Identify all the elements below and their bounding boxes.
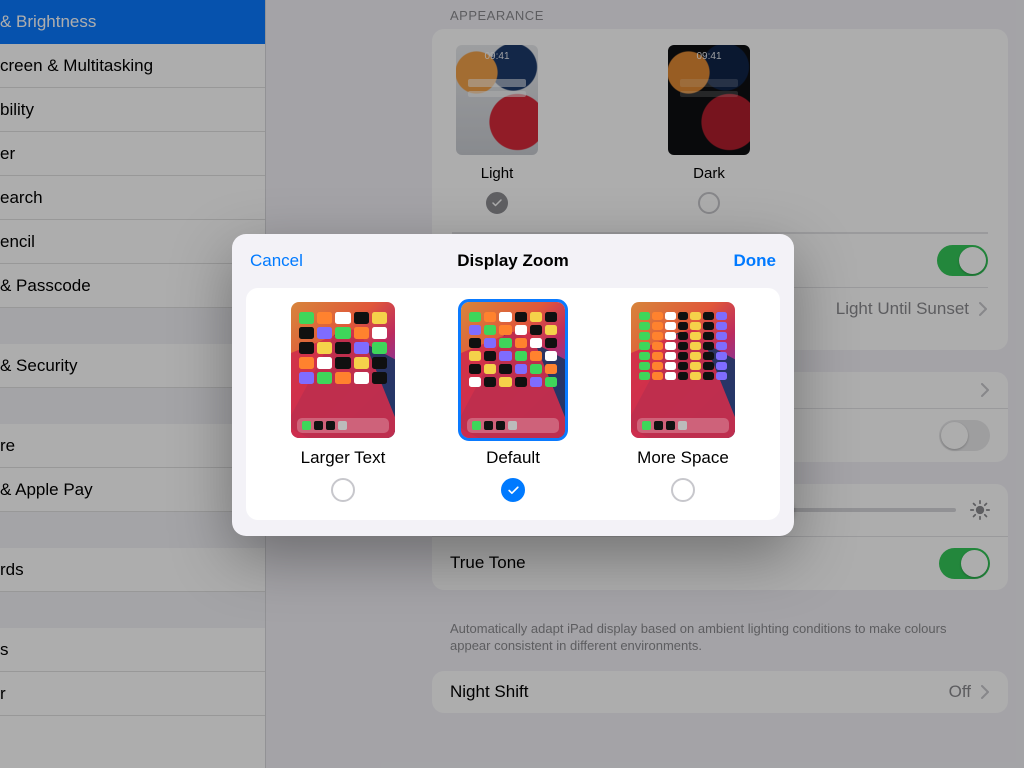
screen: & Brightness creen & Multitasking bility… [0, 0, 1024, 768]
zoom-options-card: Larger Text Default [246, 288, 780, 520]
zoom-radio-larger-text[interactable] [331, 478, 355, 502]
zoom-option-more-space[interactable]: More Space [598, 302, 768, 502]
check-icon [507, 484, 520, 497]
zoom-label: Default [486, 448, 540, 468]
cancel-button[interactable]: Cancel [232, 234, 321, 288]
modal-header: Cancel Display Zoom Done [232, 234, 794, 288]
cancel-label: Cancel [250, 251, 303, 271]
done-button[interactable]: Done [716, 234, 795, 288]
zoom-label: More Space [637, 448, 729, 468]
zoom-radio-default[interactable] [501, 478, 525, 502]
zoom-thumb-default [461, 302, 565, 438]
zoom-label: Larger Text [301, 448, 386, 468]
done-label: Done [734, 251, 777, 271]
display-zoom-modal: Cancel Display Zoom Done [232, 234, 794, 536]
modal-title: Display Zoom [457, 251, 568, 271]
zoom-thumb-larger-text [291, 302, 395, 438]
zoom-option-larger-text[interactable]: Larger Text [258, 302, 428, 502]
zoom-radio-more-space[interactable] [671, 478, 695, 502]
zoom-option-default[interactable]: Default [428, 302, 598, 502]
zoom-thumb-more-space [631, 302, 735, 438]
